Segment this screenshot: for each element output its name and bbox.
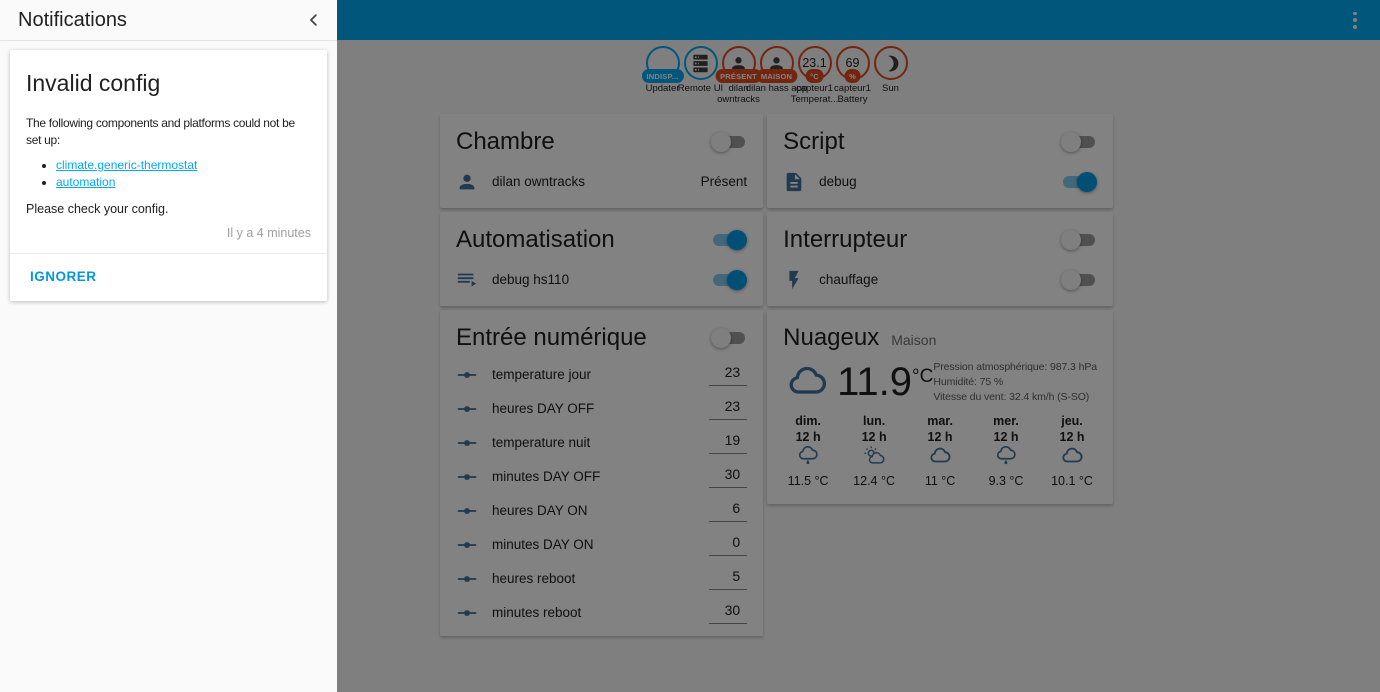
notification-footer: Please check your config. [26,201,169,216]
notification-links: climate.generic-thermostat automation [26,158,311,189]
notification-actions: IGNORER [10,252,327,301]
list-item: automation [56,175,311,189]
notification-title: Invalid config [26,70,161,96]
notification-timestamp: Il y a 4 minutes [226,225,311,240]
list-item: climate.generic-thermostat [56,158,311,172]
drawer-header: Notifications [0,0,337,41]
overlay-scrim[interactable] [337,0,1380,692]
notification-card: Invalid config The following components … [10,50,327,301]
drawer-title: Notifications [18,8,127,31]
chevron-left-icon[interactable] [305,11,323,29]
ignore-button[interactable]: IGNORER [30,269,97,284]
notification-body: The following components and platforms c… [26,116,295,147]
component-link[interactable]: climate.generic-thermostat [56,158,197,172]
notifications-drawer: Notifications Invalid config The followi… [0,0,337,692]
component-link[interactable]: automation [56,175,115,189]
